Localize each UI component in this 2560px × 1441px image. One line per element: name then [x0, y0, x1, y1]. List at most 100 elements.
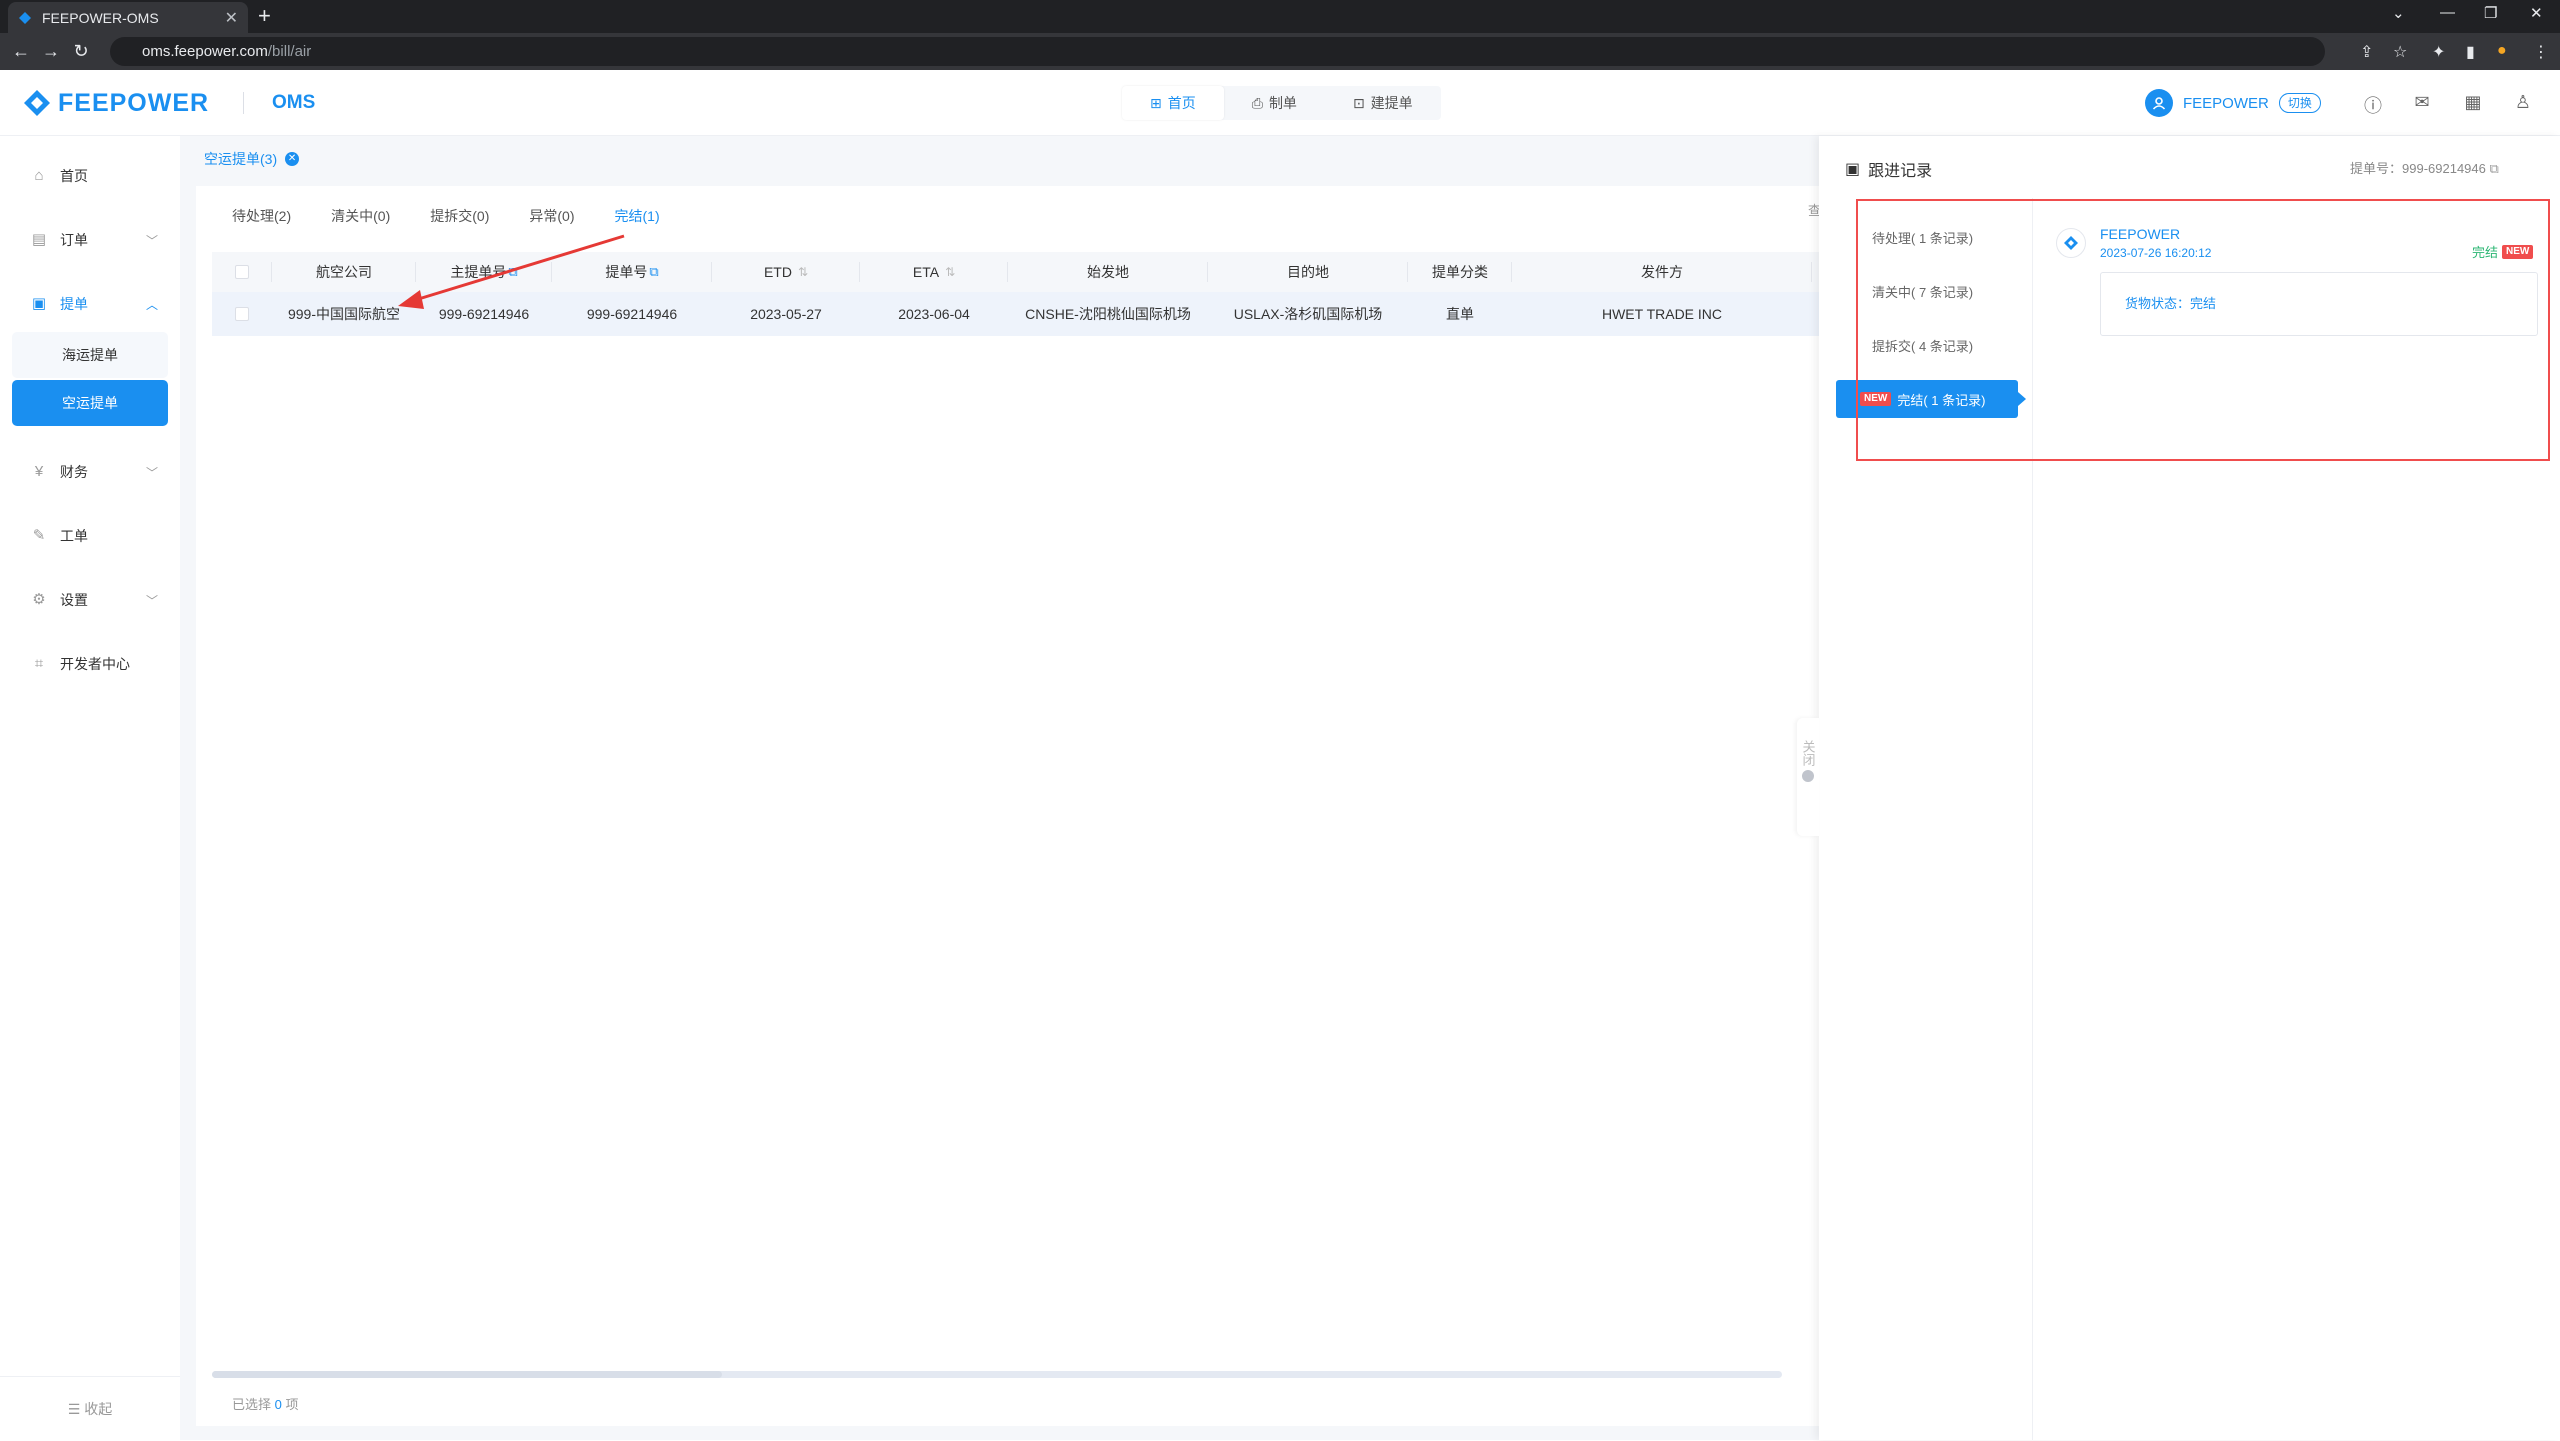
col-bill-no-label: 提单号 — [605, 264, 648, 280]
cell-type: 直单 — [1446, 306, 1474, 322]
sidebar-collapse-button[interactable]: ☰ 收起 — [0, 1376, 180, 1440]
horizontal-scrollbar[interactable] — [212, 1371, 1782, 1378]
tab-pending[interactable]: 待处理(2) — [212, 204, 311, 228]
top-nav-new-bill-label: 建提单 — [1370, 95, 1413, 111]
bill-icon: ▣ — [31, 295, 47, 312]
sort-icon[interactable]: ⇅ — [945, 265, 955, 279]
restore-button[interactable]: ❐ — [2484, 4, 2497, 22]
table-header: 航空公司 主提单号 ⧉ 提单号 ⧉ ETD ⇅ ETA ⇅ 始发地 目的地 提单分类 发… — [212, 252, 1820, 292]
sidebar-subitem-air-bills[interactable]: 空运提单 — [12, 380, 168, 426]
cell-airline: 999-中国国际航空 — [287, 306, 401, 322]
cell-bill-no[interactable]: 999-69214946 — [552, 292, 712, 336]
col-type: 提单分类 — [1408, 252, 1512, 292]
share-icon[interactable]: ⇪ — [2360, 42, 2373, 62]
extensions-icon[interactable]: ✦ — [2432, 42, 2445, 62]
select-all-checkbox[interactable] — [235, 265, 249, 279]
col-origin: 始发地 — [1008, 252, 1208, 292]
sidebar-item-tickets[interactable]: ✎ 工单 — [0, 516, 180, 556]
sidebar-item-home[interactable]: ⌂ 首页 — [0, 156, 180, 196]
sidepanel-icon[interactable]: ▮ — [2466, 42, 2475, 62]
tab-delivery[interactable]: 提拆交(0) — [410, 204, 509, 228]
col-master-no-label: 主提单号 — [450, 264, 507, 280]
settings-icon: ⚙ — [32, 591, 46, 608]
drawer-header: ▣ 跟进记录 — [1845, 157, 1932, 181]
drawer-bill-number[interactable]: 提单号：999-69214946 ⧉ — [2350, 158, 2499, 177]
chevron-down-icon: ﹀ — [145, 465, 158, 480]
cell-master-no[interactable]: 999-69214946 — [416, 292, 552, 336]
url-host: oms.feepower.com — [142, 43, 268, 60]
page-tab[interactable]: 空运提单(3) ✕ — [204, 149, 300, 169]
drawer-bill-label: 提单号：999-69214946 — [2350, 161, 2486, 176]
url-path: /bill/air — [267, 43, 312, 60]
sidebar-item-label: 工单 — [60, 528, 88, 544]
select-all-cell — [212, 252, 272, 292]
back-icon[interactable]: ← — [6, 41, 36, 62]
browser-tab[interactable]: FEEPOWER-OMS ✕ — [8, 2, 248, 33]
top-nav-new-bill[interactable]: ⊡ 建提单 — [1325, 86, 1441, 120]
url-field[interactable]: oms.feepower.com/bill/air — [110, 37, 2325, 66]
top-nav-create-label: 制单 — [1268, 95, 1297, 111]
browser-tab-title: FEEPOWER-OMS — [42, 9, 159, 26]
col-shipper: 发件方 — [1512, 252, 1812, 292]
cell-origin: CNSHE-沈阳桃仙国际机场 — [1025, 306, 1191, 322]
address-bar: ← → ↻ oms.feepower.com/bill/air — [0, 33, 2560, 70]
close-tab-icon[interactable]: ✕ — [285, 152, 300, 166]
chevron-down-icon: ﹀ — [145, 233, 158, 248]
developer-icon: ⌗ — [34, 655, 44, 672]
copy-icon[interactable]: ⧉ — [2489, 161, 2498, 176]
profile-avatar-icon[interactable]: ● — [2497, 42, 2507, 60]
feepower-logo[interactable]: FEEPOWER — [22, 88, 209, 118]
top-nav-home[interactable]: ⊞ 首页 — [1122, 86, 1224, 120]
feepower-favicon — [19, 11, 31, 24]
close-tab-icon[interactable]: ✕ — [225, 8, 238, 28]
calendar-icon[interactable]: ▦ — [2462, 92, 2484, 114]
tab-search-icon[interactable]: ⌄ — [2392, 4, 2405, 22]
col-eta[interactable]: ETA ⇅ — [860, 252, 1008, 292]
col-etd[interactable]: ETD ⇅ — [712, 252, 860, 292]
chevron-up-icon: ︿ — [145, 297, 158, 312]
sidebar-item-developer[interactable]: ⌗ 开发者中心 — [0, 644, 180, 684]
switch-button[interactable]: 切换 — [2278, 93, 2321, 113]
col-bill-no: 提单号 ⧉ — [552, 252, 712, 292]
scrollbar-thumb[interactable] — [212, 1371, 722, 1378]
forward-icon[interactable]: → — [36, 41, 66, 62]
browser-menu-icon[interactable]: ⋮ — [2533, 42, 2549, 62]
sidebar-item-bills[interactable]: ▣ 提单 ︿ — [0, 284, 180, 324]
selected-suffix: 项 — [285, 1397, 299, 1412]
sidebar-subitem-sea-bills[interactable]: 海运提单 — [12, 332, 168, 378]
cell-shipper: HWET TRADE INC — [1601, 306, 1723, 322]
row-select-cell — [212, 292, 272, 336]
minimize-button[interactable]: — — [2440, 4, 2455, 21]
message-icon[interactable]: ✉ — [2411, 92, 2433, 114]
sort-icon[interactable]: ⇅ — [798, 265, 808, 279]
copy-icon[interactable]: ⧉ — [649, 264, 658, 280]
new-tab-button[interactable]: + — [258, 4, 271, 28]
help-icon[interactable]: ⓘ — [2362, 92, 2384, 116]
user-area[interactable]: FEEPOWER 切换 — [2145, 89, 2321, 117]
account-icon[interactable]: ♙ — [2512, 92, 2534, 114]
col-eta-label: ETA — [912, 264, 940, 280]
tab-exception[interactable]: 异常(0) — [509, 204, 594, 228]
col-etd-label: ETD — [763, 264, 792, 280]
drawer-title: 跟进记录 — [1868, 163, 1933, 180]
sidebar-item-settings[interactable]: ⚙ 设置 ﹀ — [0, 580, 180, 620]
status-tabs: 待处理(2) 清关中(0) 提拆交(0) 异常(0) 完结(1) — [212, 204, 680, 228]
sidebar-item-finance[interactable]: ¥ 财务 ﹀ — [0, 452, 180, 492]
drawer-close-handle[interactable]: 关闭 — [1797, 718, 1819, 836]
order-icon: ▤ — [31, 231, 47, 248]
record-icon: ▣ — [1845, 161, 1861, 178]
tab-customs[interactable]: 清关中(0) — [311, 204, 410, 228]
selected-prefix: 已选择 — [232, 1397, 272, 1412]
top-nav-create[interactable]: ⎙ 制单 — [1224, 86, 1325, 120]
sidebar-item-orders[interactable]: ▤ 订单 ﹀ — [0, 220, 180, 260]
grid-icon: ⊞ — [1150, 95, 1162, 111]
bookmark-star-icon[interactable]: ☆ — [2393, 42, 2407, 62]
close-window-button[interactable]: ✕ — [2530, 4, 2543, 22]
copy-icon[interactable]: ⧉ — [508, 264, 517, 280]
reload-icon[interactable]: ↻ — [66, 41, 96, 62]
create-icon: ⎙ — [1251, 95, 1263, 111]
tab-completed[interactable]: 完结(1) — [595, 204, 680, 228]
ticket-icon: ✎ — [32, 527, 46, 544]
table-row[interactable]: 999-中国国际航空 999-69214946 999-69214946 202… — [212, 292, 1820, 336]
row-checkbox[interactable] — [235, 307, 249, 321]
